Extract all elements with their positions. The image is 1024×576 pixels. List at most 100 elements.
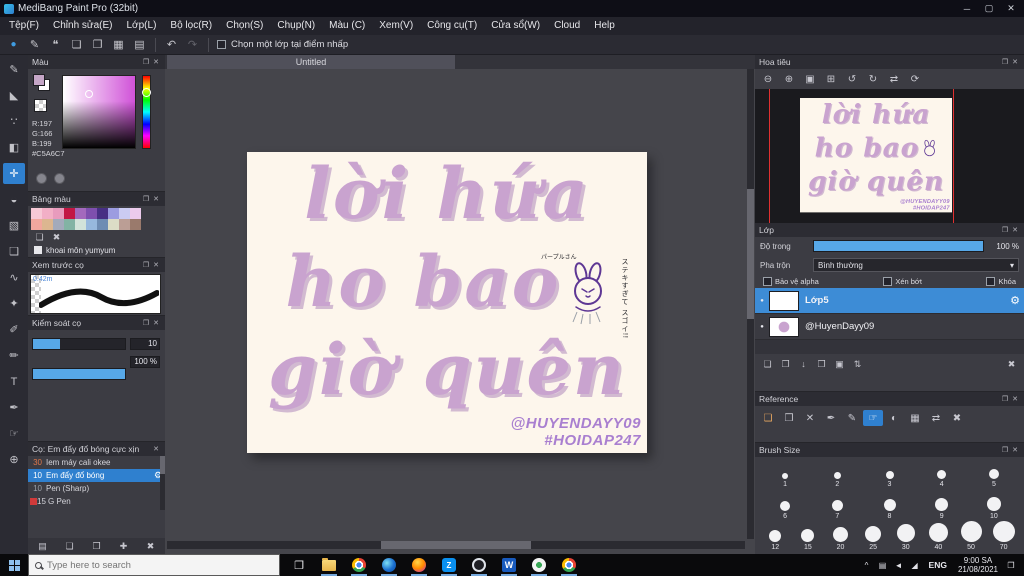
brush-row[interactable]: 30 Iem máy cali okee [28, 456, 165, 469]
taskbar-clock[interactable]: 9:00 SA 21/08/2021 [953, 556, 1003, 574]
lasso-tool-icon[interactable]: ∿ [3, 267, 25, 288]
saturation-value-picker[interactable] [62, 75, 136, 149]
comment-icon[interactable]: ❝ [45, 37, 66, 53]
palette-swatch[interactable] [31, 208, 42, 219]
panel-close-icon[interactable]: ✕ [1010, 58, 1020, 66]
brush-size-option[interactable]: 70 [987, 521, 1020, 552]
brush-size-option[interactable]: 6 [759, 489, 811, 521]
menu-edit[interactable]: Chỉnh sửa(E) [46, 17, 120, 35]
brush-size-option[interactable]: 9 [916, 489, 968, 521]
pixel-view-icon[interactable]: ⊞ [821, 71, 841, 87]
coccoc-button[interactable] [524, 554, 554, 576]
zoom-out-icon[interactable]: ⊖ [758, 71, 778, 87]
fill-tool-icon[interactable]: ◧ [3, 137, 25, 158]
palette-swatch[interactable] [108, 208, 119, 219]
merge-down-icon[interactable]: ↓ [795, 357, 812, 371]
brush-row[interactable]: 10 Pen (Sharp) [28, 482, 165, 495]
panel-close-icon[interactable]: ✕ [151, 261, 161, 269]
panel-close-icon[interactable]: ✕ [1010, 446, 1020, 454]
brush-folder-icon[interactable]: ❒ [88, 539, 105, 553]
layer-visibility-icon[interactable]: ● [755, 298, 769, 304]
zalo-button[interactable]: Z [434, 554, 464, 576]
palette-swatch[interactable] [119, 208, 130, 219]
brush-opacity-slider[interactable] [32, 368, 126, 380]
menu-layer[interactable]: Lớp(L) [120, 17, 164, 35]
palette-swatch[interactable] [86, 208, 97, 219]
vertical-scroll-thumb[interactable] [747, 189, 754, 319]
lock-checkbox[interactable] [986, 277, 996, 286]
firefox-button[interactable] [404, 554, 434, 576]
layer-row[interactable]: ● @HuyenDayy09 [755, 314, 1024, 340]
brush-size-option[interactable]: 3 [863, 457, 915, 489]
reset-view-icon[interactable]: ⟳ [905, 71, 925, 87]
panel-close-icon[interactable]: ✕ [151, 445, 161, 453]
word-button[interactable]: W [494, 554, 524, 576]
pen-icon[interactable]: ✎ [24, 37, 45, 53]
menu-file[interactable]: Tệp(F) [2, 17, 46, 35]
layer-folder-icon[interactable]: ❒ [813, 357, 830, 371]
panel-close-icon[interactable]: ✕ [1010, 226, 1020, 234]
page-icon[interactable]: ❏ [66, 37, 87, 53]
layer-row-selected[interactable]: ● Lớp5 ⚙ [755, 288, 1024, 314]
select-layer-checkbox[interactable] [217, 40, 226, 49]
ref-hand-icon[interactable]: ☞ [863, 410, 883, 426]
brush-size-option[interactable]: 50 [955, 521, 988, 552]
brush-size-option[interactable]: 20 [824, 521, 857, 552]
list-icon[interactable]: ▤ [129, 37, 150, 53]
language-indicator[interactable]: ENG [923, 560, 953, 570]
flatten-icon[interactable]: ▣ [831, 357, 848, 371]
layer-opacity-slider[interactable] [813, 240, 984, 252]
action-center-icon[interactable]: ❐ [1003, 561, 1019, 570]
palette-swatch[interactable] [64, 208, 75, 219]
delete-layer-icon[interactable]: ✖ [1003, 357, 1020, 371]
menu-select[interactable]: Chọn(S) [219, 17, 270, 35]
palette-swatch[interactable] [75, 219, 86, 230]
panel-float-icon[interactable]: ❐ [141, 58, 151, 66]
task-view-button[interactable]: ❐ [284, 554, 314, 576]
flip-view-icon[interactable]: ⇄ [884, 71, 904, 87]
vertical-scrollbar[interactable] [747, 69, 754, 539]
zoom-in-icon[interactable]: ⊕ [779, 71, 799, 87]
navigator-preview[interactable]: lời hứa ho bao giờ quên @HUYENDAYY09 #HO… [755, 89, 1024, 223]
palette-swatch[interactable] [130, 219, 141, 230]
brush-size-option[interactable]: 40 [922, 521, 955, 552]
dark-app-button[interactable] [464, 554, 494, 576]
undo-icon[interactable]: ↶ [161, 37, 182, 53]
clipping-checkbox[interactable] [883, 277, 893, 286]
panel-float-icon[interactable]: ❐ [141, 261, 151, 269]
start-button[interactable] [0, 554, 28, 576]
layer-settings-icon[interactable]: ⚙ [1006, 294, 1024, 307]
delete-brush-icon[interactable]: ✖ [142, 539, 159, 553]
file-explorer-button[interactable] [314, 554, 344, 576]
brush-size-value[interactable]: 10 [130, 338, 160, 350]
brush-size-option[interactable]: 25 [857, 521, 890, 552]
ref-draw-icon[interactable]: ✎ [842, 410, 862, 426]
brush-size-option[interactable]: 12 [759, 521, 792, 552]
palette-swatch[interactable] [53, 219, 64, 230]
panel-close-icon[interactable]: ✕ [1010, 395, 1020, 403]
palette-swatch[interactable] [119, 219, 130, 230]
document-tab[interactable]: Untitled [167, 55, 455, 69]
palette-item-label[interactable]: khoai môn yumyum [46, 246, 115, 255]
palette-swatch[interactable] [130, 208, 141, 219]
magic-wand-tool-icon[interactable]: ✦ [3, 293, 25, 314]
hue-marker[interactable] [142, 88, 151, 97]
close-image-icon[interactable]: ✕ [800, 410, 820, 426]
add-layer-icon[interactable]: ❏ [759, 357, 776, 371]
minimize-button[interactable]: ─ [958, 4, 976, 14]
rotate-right-icon[interactable]: ↻ [863, 71, 883, 87]
delete-color-icon[interactable]: ✖ [48, 231, 65, 245]
menu-view[interactable]: Xem(V) [372, 17, 420, 35]
brush-size-option[interactable]: 2 [811, 457, 863, 489]
hue-slider[interactable] [142, 75, 151, 149]
layer-visibility-icon[interactable]: ● [755, 324, 769, 330]
search-input[interactable] [47, 559, 273, 571]
panel-float-icon[interactable]: ❐ [1000, 395, 1010, 403]
add-brush-icon[interactable]: ❏ [61, 539, 78, 553]
horizontal-scroll-thumb[interactable] [381, 541, 531, 549]
text-tool-icon[interactable]: T [3, 371, 25, 392]
brush-size-option[interactable]: 4 [916, 457, 968, 489]
brush-size-option[interactable]: 15 [792, 521, 825, 552]
palette-swatch[interactable] [97, 219, 108, 230]
panel-close-icon[interactable]: ✕ [151, 319, 161, 327]
